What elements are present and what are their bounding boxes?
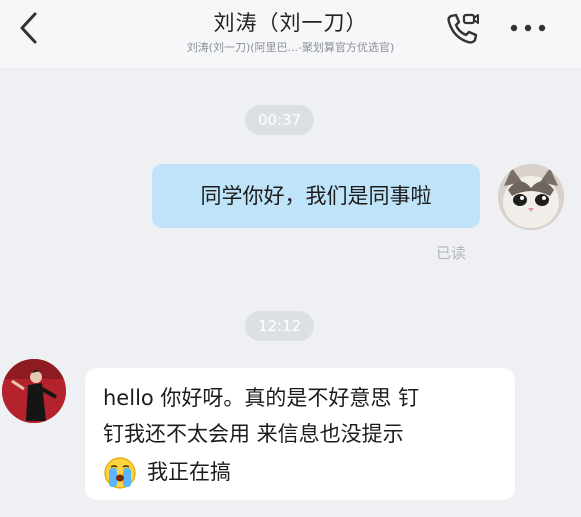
message-text: 我正在搞	[147, 460, 231, 484]
chat-title: 刘涛（刘一刀）	[213, 11, 368, 35]
contact-avatar-image	[2, 359, 66, 423]
crying-face-emoji	[104, 457, 136, 489]
message-line: 我正在搞	[103, 452, 499, 492]
more-button[interactable]	[506, 10, 550, 46]
chat-subtitle: 刘涛(刘一刀)(阿里巴...-聚划算官方优选官)	[186, 41, 395, 54]
call-button[interactable]	[442, 10, 482, 46]
message-line: 钉我还不太会用 来信息也没提示	[103, 422, 404, 446]
message-line: hello 你好呀。真的是不好意思 钉	[103, 386, 420, 410]
timestamp-pill: 00:37	[245, 105, 315, 135]
more-dots-icon	[510, 24, 546, 32]
timestamp-pill: 12:12	[245, 311, 315, 341]
my-avatar[interactable]	[498, 164, 564, 230]
phone-call-icon	[447, 13, 479, 44]
cat-avatar-image	[498, 164, 564, 230]
read-receipt: 已读	[436, 244, 467, 262]
incoming-message-bubble[interactable]: hello 你好呀。真的是不好意思 钉 钉我还不太会用 来信息也没提示 我正在搞	[85, 368, 515, 500]
contact-avatar[interactable]	[2, 359, 66, 423]
outgoing-message-bubble[interactable]: 同学你好，我们是同事啦	[152, 164, 480, 228]
chat-header: 刘涛（刘一刀） 刘涛(刘一刀)(阿里巴...-聚划算官方优选官)	[0, 0, 581, 68]
